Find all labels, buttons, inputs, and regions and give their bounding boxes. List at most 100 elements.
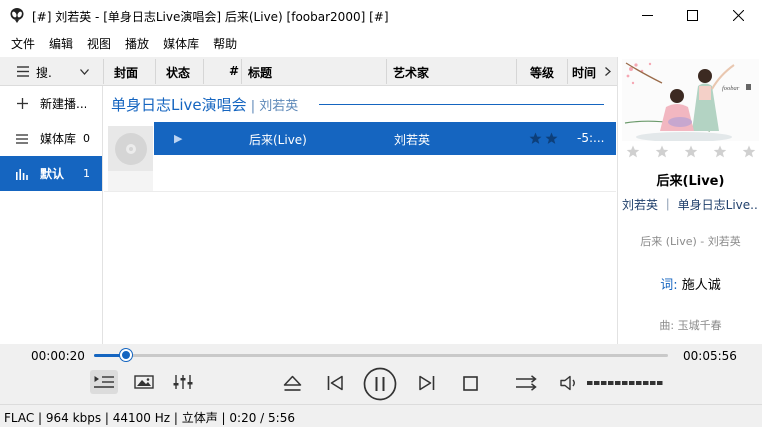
sidebar-item-label: 媒体库 (40, 132, 77, 146)
star-icon[interactable] (655, 145, 669, 158)
column-status[interactable]: 状态 (166, 64, 190, 81)
star-icon[interactable] (684, 145, 698, 158)
star-icon[interactable] (626, 145, 640, 158)
column-number[interactable]: # (229, 64, 239, 78)
menu-file[interactable]: 文件 (4, 31, 42, 57)
next-button[interactable] (414, 370, 440, 396)
plus-icon (15, 97, 29, 111)
eject-button[interactable] (279, 370, 305, 396)
now-playing-meta: 刘若英 ｜ 单身日志Live... (622, 198, 759, 212)
row-time: -5:... (577, 131, 605, 145)
search-dropdown-label[interactable]: 搜. (36, 64, 52, 81)
pause-button[interactable] (362, 366, 398, 402)
playlist-icon (94, 376, 114, 388)
list-view-icon (17, 66, 29, 77)
eject-icon (283, 375, 301, 391)
repeat-order-icon (516, 375, 537, 391)
menu-playback[interactable]: 播放 (118, 31, 156, 57)
column-rating[interactable]: 等级 (530, 64, 554, 81)
column-cover[interactable]: 封面 (114, 64, 138, 81)
group-header: 单身日志Live演唱会 | 刘若英 (111, 94, 298, 115)
row-artist: 刘若英 (394, 133, 431, 147)
volume-slider[interactable] (587, 381, 667, 385)
sidebar-item-library[interactable]: 媒体库 0 (0, 121, 102, 156)
sidebar-item-default[interactable]: 默认 1 (0, 156, 102, 191)
seek-handle[interactable] (120, 349, 133, 361)
album-art-illustration: foobar (622, 59, 759, 141)
close-button[interactable] (715, 0, 761, 31)
bars-icon (15, 167, 29, 181)
chevron-down-icon[interactable] (80, 69, 89, 75)
sidebar-item-count: 0 (83, 132, 90, 145)
rating-stars-icon[interactable] (529, 132, 559, 145)
group-album: 单身日志Live演唱会 (111, 96, 247, 114)
column-time[interactable]: 时间 (572, 64, 596, 81)
transport-bar: 00:00:20 00:05:56 (0, 344, 762, 404)
now-playing-panel: foobar 后来(Live) 刘若英 ｜ 单身日志Live... 后来 (Li… (617, 57, 762, 344)
group-separator: | (246, 99, 260, 114)
total-time: 00:05:56 (683, 349, 737, 363)
column-artist[interactable]: 艺术家 (393, 64, 429, 81)
menu-library[interactable]: 媒体库 (156, 31, 206, 57)
stop-icon (462, 375, 478, 391)
sidebar-item-new-playlist[interactable]: 新建播... (0, 86, 102, 121)
star-icon[interactable] (713, 145, 727, 158)
group-artist: 刘若英 (259, 99, 299, 114)
image-icon (134, 375, 154, 389)
artwork-view-button[interactable] (130, 370, 158, 394)
skip-previous-icon (327, 375, 343, 391)
art-signature: foobar (722, 85, 740, 92)
disc-icon (114, 132, 147, 165)
sidebar-item-count: 1 (83, 167, 90, 180)
menu-edit[interactable]: 编辑 (42, 31, 80, 57)
menu-help[interactable]: 帮助 (206, 31, 244, 57)
row-divider (104, 191, 616, 192)
lyrics-header: 后来 (Live) - 刘若英 (640, 235, 741, 248)
skip-next-icon (419, 375, 435, 391)
elapsed-time: 00:00:20 (31, 349, 85, 363)
equalizer-button[interactable] (169, 370, 197, 394)
menu-view[interactable]: 视图 (80, 31, 118, 57)
status-text: FLAC | 964 kbps | 44100 Hz | 立体声 | 0:20 … (4, 411, 295, 425)
table-row[interactable]: ▶ 后来(Live) 刘若英 -5:... (154, 122, 616, 155)
sidebar-item-label: 默认 (40, 167, 65, 181)
rating-stars[interactable] (618, 145, 762, 158)
minimize-button[interactable] (624, 0, 670, 31)
maximize-icon (686, 10, 698, 21)
playlist-view-button[interactable] (90, 370, 118, 394)
mute-button[interactable] (557, 370, 583, 396)
lyrics-value: 施人诚 (681, 278, 721, 293)
playback-order-button[interactable] (513, 370, 541, 396)
group-divider (319, 104, 604, 105)
status-bar: FLAC | 964 kbps | 44100 Hz | 立体声 | 0:20 … (0, 404, 762, 427)
chevron-right-icon[interactable] (605, 67, 611, 76)
now-playing-title: 后来(Live) (656, 174, 725, 189)
list-icon (15, 132, 29, 146)
playlist-sidebar: 新建播... 媒体库 0 默认 1 (0, 86, 103, 344)
playlist-view: 单身日志Live演唱会 | 刘若英 ▶ 后来(Live) 刘若英 -5:... (104, 86, 616, 344)
star-icon[interactable] (742, 145, 756, 158)
album-cover-placeholder (108, 126, 153, 171)
minimize-icon (641, 15, 653, 16)
previous-button[interactable] (322, 370, 348, 396)
seek-bar[interactable] (94, 354, 668, 357)
cover-spacer (108, 171, 153, 191)
row-status: ▶ (174, 132, 183, 145)
lyrics-key: 词: (660, 278, 678, 293)
menu-bar: 文件 编辑 视图 播放 媒体库 帮助 (0, 31, 762, 57)
column-title[interactable]: 标题 (248, 64, 272, 81)
close-icon (732, 10, 744, 21)
lyrics-next-line: 曲: 玉城千春 (659, 319, 722, 332)
lyrics-current-line: 词: 施人诚 (618, 274, 762, 293)
sidebar-item-label: 新建播... (40, 97, 86, 111)
pause-icon (363, 367, 397, 401)
stop-button[interactable] (457, 370, 483, 396)
window-title: [#] 刘若英 - [单身日志Live演唱会] 后来(Live) [foobar… (32, 10, 389, 24)
equalizer-icon (173, 375, 193, 389)
row-title: 后来(Live) (249, 133, 307, 147)
maximize-button[interactable] (669, 0, 715, 31)
alien-app-icon (10, 8, 24, 23)
foobar2000-window: [#] 刘若英 - [单身日志Live演唱会] 后来(Live) [foobar… (0, 0, 762, 427)
title-bar: [#] 刘若英 - [单身日志Live演唱会] 后来(Live) [foobar… (0, 0, 762, 31)
volume-icon (560, 375, 575, 391)
